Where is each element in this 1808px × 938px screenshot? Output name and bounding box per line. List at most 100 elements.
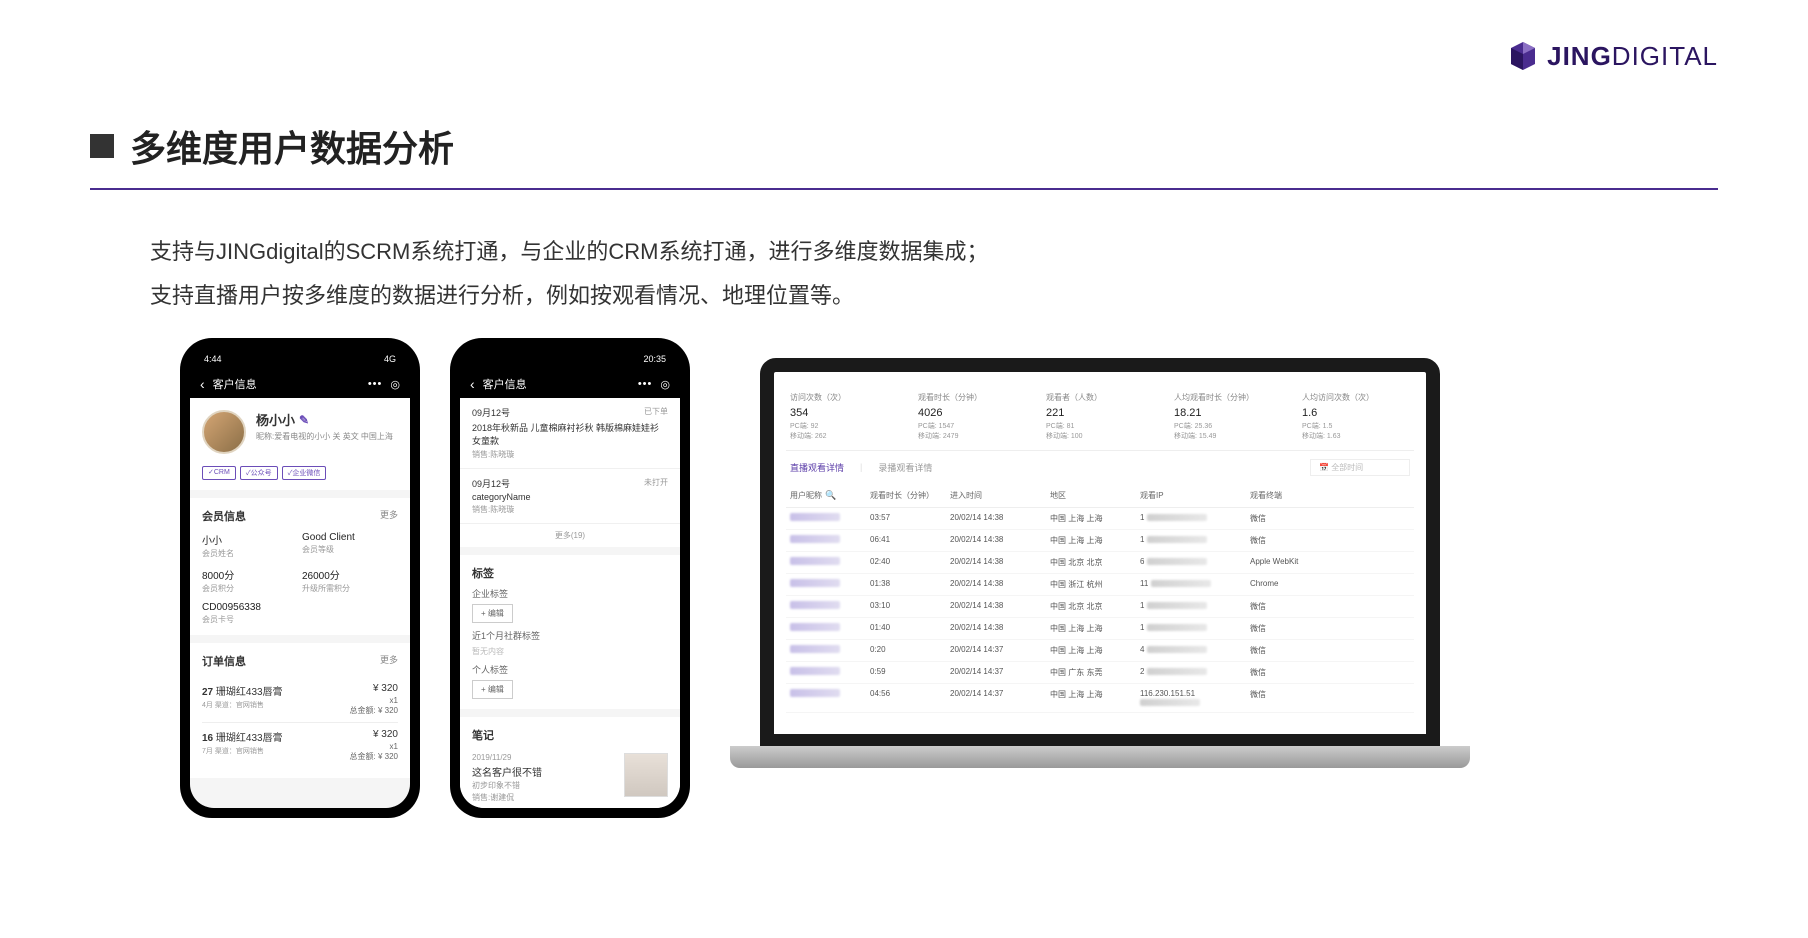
col-header: 用户昵称🔍 [790, 490, 870, 501]
source-tag: ✓公众号 [240, 466, 278, 480]
tab-replay[interactable]: 录播观看详情 [878, 461, 932, 474]
phone-2: 20:35 ‹ 客户信息 ••• ◎ 09月12号已下单2018年秋新品 儿童棉麻衬衫… [450, 338, 690, 818]
source-tag: ✓企业微信 [282, 466, 327, 480]
title-bullet-icon [90, 134, 114, 158]
order-row[interactable]: 27 珊瑚红433唇膏4月 渠道：官网销售¥ 320x1总金额: ¥ 320 [202, 677, 398, 722]
table-row[interactable]: 06:4120/02/14 14:38中国 上海 上海1 微信 [786, 530, 1414, 552]
note-title: 这名客户很不错 [472, 764, 616, 779]
phone-mockups: 4:44 4G ‹ 客户信息 ••• ◎ 杨小小 ✎ 昵称:爱看电视的小小 关 英文 中国… [180, 338, 690, 818]
nickname: 昵称:爱看电视的小小 [256, 432, 330, 441]
nav-title: 客户信息 [213, 376, 257, 392]
col-header: 观看终端 [1250, 490, 1310, 501]
table-row[interactable]: 03:1020/02/14 14:38中国 北京 北京1 微信 [786, 596, 1414, 618]
info-item: 小小会员姓名 [202, 532, 298, 559]
back-icon[interactable]: ‹ [200, 376, 205, 392]
month-tags-label: 近1个月社群标签 [472, 629, 668, 642]
section-title: 笔记 [472, 727, 668, 743]
activity-item[interactable]: 09月12号已下单2018年秋新品 儿童棉麻衬衫秋 韩版棉麻娃娃衫女童款销售:陈… [460, 398, 680, 469]
table-row[interactable]: 03:5720/02/14 14:38中国 上海 上海1 微信 [786, 508, 1414, 530]
page-title: 多维度用户数据分析 [130, 120, 454, 172]
col-header: 进入时间 [950, 490, 1050, 501]
customer-header: 杨小小 ✎ 昵称:爱看电视的小小 关 英文 中国上海 [190, 398, 410, 466]
stat-card: 人均访问次数（次）1.6PC端: 1.5移动端: 1.63 [1302, 392, 1410, 442]
more-link[interactable]: 更多 [380, 653, 398, 669]
stat-card: 观看时长（分钟）4026PC端: 1547移动端: 2479 [918, 392, 1026, 442]
stats-row: 访问次数（次）354PC端: 92移动端: 262 观看时长（分钟）4026PC端… [786, 384, 1414, 451]
section-title: 会员信息 [202, 508, 246, 524]
info-item: CD00956338会员卡号 [202, 602, 298, 625]
menu-icon[interactable]: ••• [368, 378, 383, 390]
col-header: 地区 [1050, 490, 1140, 501]
status-time: 4:44 [204, 354, 222, 364]
info-item: 26000分升级所需积分 [302, 567, 398, 594]
tags-section: 标签 企业标签 + 编辑 近1个月社群标签 暂无内容 个人标签 + 编辑 [460, 555, 680, 709]
phone-notch [255, 338, 345, 356]
laptop-mockup: 访问次数（次）354PC端: 92移动端: 262 观看时长（分钟）4026PC端… [730, 358, 1470, 788]
nav-bar: ‹ 客户信息 ••• ◎ [190, 370, 410, 398]
phone-1: 4:44 4G ‹ 客户信息 ••• ◎ 杨小小 ✎ 昵称:爱看电视的小小 关 英文 中国… [180, 338, 420, 818]
date-filter[interactable]: 📅 全部时间 [1310, 459, 1410, 476]
status-time: 20:35 [643, 354, 666, 364]
order-section: 订单信息更多 27 珊瑚红433唇膏4月 渠道：官网销售¥ 320x1总金额: … [190, 643, 410, 778]
info-item: Good Client会员等级 [302, 532, 398, 559]
brand-logo: JINGDIGITAL [1507, 40, 1718, 72]
section-title: 标签 [472, 565, 668, 581]
divider [90, 188, 1718, 190]
edit-icon[interactable]: ✎ [299, 413, 309, 427]
back-icon[interactable]: ‹ [470, 376, 475, 392]
filter-label: 全部时间 [1331, 463, 1363, 472]
nav-title: 客户信息 [483, 376, 527, 392]
tab-live[interactable]: 直播观看详情 [790, 461, 844, 474]
title-row: 多维度用户数据分析 [90, 120, 1718, 172]
stat-card: 人均观看时长（分钟）18.21PC端: 25.36移动端: 15.49 [1174, 392, 1282, 442]
stat-card: 观看者（人数）221PC端: 81移动端: 100 [1046, 392, 1154, 442]
desc-line-1: 支持与JINGdigital的SCRM系统打通，与企业的CRM系统打通，进行多维… [150, 230, 1718, 274]
stat-card: 访问次数（次）354PC端: 92移动端: 262 [790, 392, 898, 442]
content-row: 4:44 4G ‹ 客户信息 ••• ◎ 杨小小 ✎ 昵称:爱看电视的小小 关 英文 中国… [180, 338, 1718, 818]
edit-tags-button[interactable]: + 编辑 [472, 680, 513, 699]
edit-tags-button[interactable]: + 编辑 [472, 604, 513, 623]
desc-line-2: 支持直播用户按多维度的数据进行分析，例如按观看情况、地理位置等。 [150, 274, 1718, 318]
more-items-link[interactable]: 更多(19) [460, 524, 680, 547]
col-header: 观看IP [1140, 490, 1250, 501]
note-item[interactable]: 2019/11/29 这名客户很不错 初步印象不错 销售:谢建侃 [460, 753, 680, 808]
logo-light: DIGITAL [1612, 41, 1718, 71]
empty-text: 暂无内容 [472, 646, 668, 657]
table-row[interactable]: 0:2020/02/14 14:37中国 上海 上海4 微信 [786, 640, 1414, 662]
member-section: 会员信息 更多 小小会员姓名Good Client会员等级8000分会员积分260… [190, 498, 410, 635]
col-header: 观看时长（分钟） [870, 490, 950, 501]
table-row[interactable]: 04:5620/02/14 14:37中国 上海 上海116.230.151.5… [786, 684, 1414, 713]
info-item: 8000分会员积分 [202, 567, 298, 594]
corp-tags-label: 企业标签 [472, 587, 668, 600]
laptop-base [730, 746, 1470, 768]
activity-item[interactable]: 09月12号未打开categoryName销售:陈晓璇 [460, 469, 680, 524]
nav-bar: ‹ 客户信息 ••• ◎ [460, 370, 680, 398]
more-link[interactable]: 更多 [380, 508, 398, 524]
follow-info: 关 英文 中国上海 [332, 432, 392, 441]
menu-icon[interactable]: ••• [638, 378, 653, 390]
target-icon[interactable]: ◎ [660, 378, 670, 391]
tabs-row: 直播观看详情 | 录播观看详情 📅 全部时间 [786, 451, 1414, 484]
source-tag: ✓CRM [202, 466, 236, 480]
table-row[interactable]: 0:5920/02/14 14:37中国 广东 东莞2 微信 [786, 662, 1414, 684]
avatar [202, 410, 246, 454]
personal-tags-label: 个人标签 [472, 663, 668, 676]
note-section-head: 笔记 [460, 717, 680, 753]
logo-icon [1507, 40, 1539, 72]
customer-name: 杨小小 [256, 410, 295, 429]
note-author: 销售:谢建侃 [472, 792, 616, 803]
logo-bold: JING [1547, 41, 1612, 71]
table-row[interactable]: 02:4020/02/14 14:38中国 北京 北京6 Apple WebKi… [786, 552, 1414, 574]
source-tags: ✓CRM ✓公众号 ✓企业微信 [190, 466, 410, 490]
table-header: 用户昵称🔍观看时长（分钟）进入时间地区观看IP观看终端 [786, 484, 1414, 508]
note-sub: 初步印象不错 [472, 780, 616, 791]
target-icon[interactable]: ◎ [390, 378, 400, 391]
data-table: 用户昵称🔍观看时长（分钟）进入时间地区观看IP观看终端 03:5720/02/1… [786, 484, 1414, 713]
table-row[interactable]: 01:4020/02/14 14:38中国 上海 上海1 微信 [786, 618, 1414, 640]
phone-notch [525, 338, 615, 356]
order-row[interactable]: 16 珊瑚红433唇膏7月 渠道：官网销售¥ 320x1总金额: ¥ 320 [202, 722, 398, 768]
dashboard-screen: 访问次数（次）354PC端: 92移动端: 262 观看时长（分钟）4026PC端… [760, 358, 1440, 748]
note-date: 2019/11/29 [472, 753, 616, 762]
status-signal: 4G [384, 354, 396, 364]
table-row[interactable]: 01:3820/02/14 14:38中国 浙江 杭州11 Chrome [786, 574, 1414, 596]
